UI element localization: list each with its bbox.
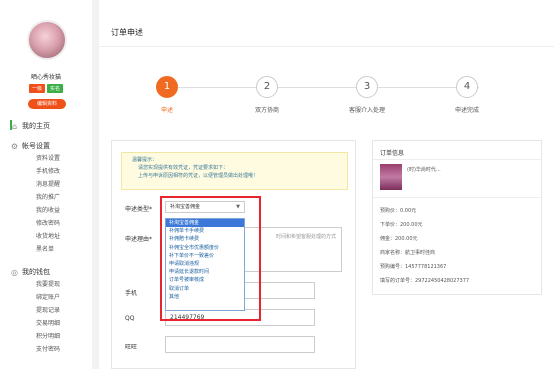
sidebar-item[interactable]: 消息提醒 <box>10 178 60 191</box>
notice-title: 温馨提示： <box>132 157 158 163</box>
sidebar-item[interactable]: 我要提现 <box>10 278 60 291</box>
notice-line1: 请您实现提供有效凭证，凭证要求如下： <box>138 165 229 171</box>
nav-home-label: 我的主页 <box>22 122 50 130</box>
notice-line2: 上传与申诉原因相符的凭证，以便管理员做出处理哦！ <box>138 173 259 179</box>
step-label: 申述完成 <box>454 107 479 114</box>
nav-account-settings: ⚙ 帐号设置 资料设置 手机修改 消息提醒 我的推广 我的收益 修改密码 收货地址 黑名单 <box>10 140 60 256</box>
order-info-line: 预购编号：1457778121367 <box>380 264 447 270</box>
step-label: 双方协商 <box>254 107 279 114</box>
divider <box>373 159 541 160</box>
edit-profile-button[interactable]: 编辑资料 <box>28 99 66 109</box>
order-info-line: 预购价：0.00元 <box>380 208 417 214</box>
progress-line <box>167 87 479 88</box>
sidebar-item[interactable]: 交易明细 <box>10 317 60 330</box>
sidebar-item[interactable]: 黑名单 <box>10 243 60 256</box>
phone-label: 手机 <box>125 290 138 297</box>
notice-box: 温馨提示： 请您实现提供有效凭证，凭证要求如下： 上传与申诉原因相符的凭证，以便… <box>121 152 348 190</box>
verify-badge: 实名 <box>47 84 64 93</box>
gear-icon: ⚙ <box>10 141 19 151</box>
avatar[interactable] <box>27 20 67 60</box>
product-name[interactable]: (时)华尚时代... <box>407 166 441 173</box>
divider <box>373 197 541 198</box>
sidebar-item[interactable]: 手机修改 <box>10 165 60 178</box>
order-info-line: 下单价：200.00元 <box>380 222 423 228</box>
divider <box>99 46 554 47</box>
sidebar-item[interactable]: 收货地址 <box>10 230 60 243</box>
sidebar-item[interactable]: 支付密码 <box>10 343 60 356</box>
sidebar-item[interactable]: 我的收益 <box>10 204 60 217</box>
wallet-icon: ◎ <box>11 267 18 277</box>
product-thumbnail[interactable] <box>380 164 402 190</box>
step-circle: 1 <box>156 76 178 98</box>
reason-label: 申述理由* <box>125 236 153 243</box>
wallet-label: 我的钱包 <box>22 268 50 276</box>
step-circle: 4 <box>456 76 478 98</box>
home-icon: ⌂ <box>11 121 18 131</box>
step-circle: 3 <box>356 76 378 98</box>
sidebar-item[interactable]: 修改密码 <box>10 217 60 230</box>
sidebar-item[interactable]: 绑定账户 <box>10 291 60 304</box>
account-settings-label: 帐号设置 <box>22 142 50 150</box>
page-title: 订单申述 <box>111 28 143 37</box>
wangwang-label: 旺旺 <box>125 344 138 351</box>
main-content: 订单申述 1 申述 2 双方协商 3 客服介入处理 4 申述完成 温馨提示： 请您实现提供有效… <box>99 0 554 369</box>
nav-home[interactable]: ⌂ 我的主页 <box>10 120 50 132</box>
reason-placeholder: 时间和希望客服处理的方式 <box>276 234 337 240</box>
username: 晒心秀妆猫 <box>30 74 61 81</box>
user-badges: 一级 实名 <box>0 84 92 93</box>
order-info-panel: 订单信息 (时)华尚时代... 预购价：0.00元 下单价：200.00元 佣金：2… <box>372 140 542 295</box>
order-info-line: 商家名称：航卫事时佳商 <box>380 250 436 256</box>
order-info-line: 填写的订单号：29722450428027377 <box>380 278 470 284</box>
step-label: 客服介入处理 <box>348 107 385 114</box>
sidebar-item[interactable]: 我的推广 <box>10 191 60 204</box>
qq-label: QQ <box>125 315 135 322</box>
level-badge: 一级 <box>28 84 45 93</box>
type-label: 申述类型* <box>125 206 153 213</box>
appeal-form: 温馨提示： 请您实现提供有效凭证，凭证要求如下： 上传与申诉原因相符的凭证，以便… <box>111 140 356 369</box>
order-info-line: 佣金：200.00元 <box>380 236 418 242</box>
sidebar-item[interactable]: 资料设置 <box>10 152 60 165</box>
step-circle: 2 <box>256 76 278 98</box>
highlight-box <box>160 196 261 321</box>
nav-wallet: ◎ 我的钱包 我要提现 绑定账户 提现记录 交易明细 积分明细 支付密码 <box>10 266 60 356</box>
sidebar-item[interactable]: 提现记录 <box>10 304 60 317</box>
step-label: 申述 <box>160 107 173 114</box>
sidebar-item[interactable]: 积分明细 <box>10 330 60 343</box>
order-info-title: 订单信息 <box>380 150 405 157</box>
wangwang-input[interactable] <box>165 336 315 353</box>
sidebar: 晒心秀妆猫 一级 实名 编辑资料 ⌂ 我的主页 ⚙ 帐号设置 资料设置 手机修改消… <box>0 0 92 369</box>
